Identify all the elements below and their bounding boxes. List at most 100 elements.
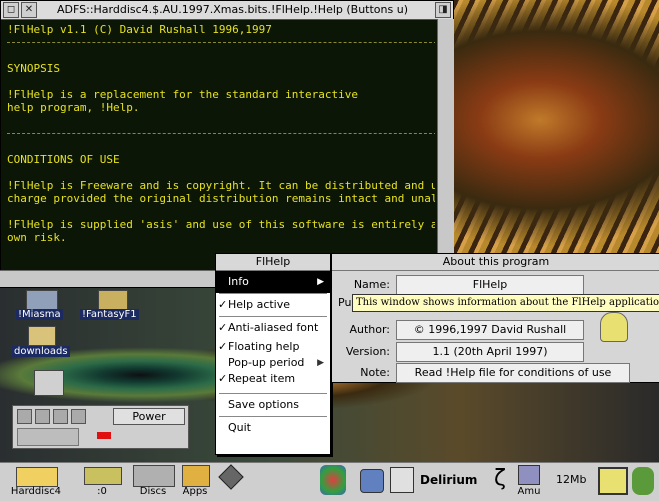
display-icon[interactable] — [598, 467, 628, 495]
text-line: !FlHelp is a replacement for the standar… — [7, 88, 358, 101]
ram-disc-icon[interactable] — [84, 467, 122, 485]
menu-item-help-active[interactable]: ✓ Help active — [216, 294, 330, 316]
help-text-body: !FlHelp v1.1 (C) David Rushall 1996,1997… — [7, 23, 435, 285]
toggle-size-icon[interactable]: ◨ — [435, 2, 451, 18]
text-line: charge provided the original distributio… — [7, 192, 435, 205]
purpose-label: Pu — [338, 296, 352, 309]
menu-item-pop-up-period[interactable]: Pop-up period ▶ — [216, 355, 330, 371]
power-label[interactable]: Power — [113, 408, 185, 425]
menu-item-repeat-item[interactable]: ✓ Repeat item — [216, 371, 330, 387]
diamond-icon[interactable] — [218, 464, 244, 490]
window-title: ADFS::Harddisc4.$.AU.1997.Xmas.bits.!FlH… — [57, 3, 408, 16]
divider — [7, 42, 435, 43]
close-icon[interactable]: ✕ — [21, 2, 37, 18]
amu-icon[interactable] — [518, 465, 540, 485]
help-text-window[interactable]: ◻ ✕ ADFS::Harddisc4.$.AU.1997.Xmas.bits.… — [0, 0, 454, 288]
text-line: SYNOPSIS — [7, 62, 60, 75]
menu-item-anti-aliased-font[interactable]: ✓ Anti-aliased font — [216, 317, 330, 339]
text-line: !FlHelp is Freeware and is copyright. It… — [7, 179, 435, 192]
tick-icon: ✓ — [218, 340, 228, 353]
network-icon[interactable] — [71, 409, 86, 424]
version-label: Version: — [345, 345, 390, 358]
tick-icon: ✓ — [218, 321, 228, 334]
text-line — [7, 75, 435, 88]
menu-item-quit[interactable]: Quit — [216, 417, 330, 439]
downloads-folder[interactable]: downloads — [12, 326, 74, 362]
power-panel: Power — [12, 405, 189, 449]
menu-item-info[interactable]: Info ▶ — [216, 271, 330, 293]
downloads-label: downloads — [12, 346, 70, 357]
hard-disc-icon[interactable] — [16, 467, 58, 487]
vertical-scrollbar[interactable] — [437, 19, 454, 287]
app-logo-icon — [600, 312, 628, 342]
text-line — [7, 114, 435, 127]
fantasy-label: !FantasyF1 — [80, 309, 139, 320]
text-line: CONDITIONS OF USE — [7, 153, 120, 166]
menu-item-label: Info — [228, 275, 249, 288]
copy-icon[interactable] — [53, 409, 68, 424]
icon-bar: Harddisc4 :0 Discs Apps Delirium ζ Amu 1… — [0, 462, 659, 501]
help-icon[interactable] — [390, 467, 414, 493]
monitor-icon[interactable] — [34, 370, 64, 396]
version-value: 1.1 (20th April 1997) — [396, 342, 584, 362]
memory-label[interactable]: 12Mb — [556, 473, 586, 486]
text-line — [7, 205, 435, 218]
amu-label[interactable]: Amu — [514, 486, 544, 497]
flhelp-menu[interactable]: FlHelp Info ▶ ✓ Help active ✓ Anti-aliased … — [215, 253, 331, 455]
fantasy-app[interactable]: !FantasyF1 — [80, 290, 142, 324]
alien-icon[interactable] — [632, 467, 654, 495]
submenu-arrow-icon: ▶ — [317, 358, 324, 368]
name-label: Name: — [353, 278, 390, 291]
text-line — [7, 49, 435, 62]
menu-title: FlHelp — [216, 254, 330, 271]
delirium-label[interactable]: Delirium — [420, 473, 477, 487]
zeta-icon[interactable]: ζ — [494, 467, 506, 491]
palette-icon[interactable] — [320, 465, 346, 495]
divider — [7, 133, 435, 134]
text-line — [7, 140, 435, 153]
text-line: help program, !Help. — [7, 101, 140, 114]
help-tooltip: This window shows information about the … — [352, 294, 659, 312]
discs-label[interactable]: Discs — [134, 486, 172, 497]
tick-icon: ✓ — [218, 372, 228, 385]
text-line: own risk. — [7, 231, 67, 244]
folder-icon — [28, 326, 56, 346]
note-label: Note: — [360, 366, 390, 379]
window-title-bar[interactable]: ◻ ✕ ADFS::Harddisc4.$.AU.1997.Xmas.bits.… — [1, 1, 453, 20]
menu-item-label: Anti-aliased font — [228, 321, 319, 334]
text-line: !FlHelp is supplied 'asis' and use of th… — [7, 218, 435, 231]
horizontal-scrollbar[interactable] — [0, 270, 220, 287]
tick-icon: ✓ — [218, 298, 228, 311]
menu-item-label: Quit — [228, 421, 251, 434]
status-led — [97, 432, 111, 439]
menu-item-label: Save options — [228, 398, 300, 411]
submenu-arrow-icon: ▶ — [317, 277, 324, 287]
author-label: Author: — [349, 323, 390, 336]
miasma-icon — [26, 290, 58, 310]
menu-item-floating-help[interactable]: ✓ Floating help — [216, 339, 330, 355]
info-icon[interactable] — [360, 469, 384, 493]
about-window[interactable]: About this program Name: FlHelp Pu Autho… — [331, 253, 659, 383]
menu-item-label: Help active — [228, 298, 291, 311]
author-value: © 1996,1997 David Rushall — [396, 320, 584, 340]
menu-item-save-options[interactable]: Save options — [216, 394, 330, 416]
discs-icon[interactable] — [133, 465, 175, 487]
panel-field — [17, 428, 79, 446]
text-line — [7, 166, 435, 179]
ram-label[interactable]: :0 — [86, 486, 118, 497]
name-value: FlHelp — [396, 275, 584, 295]
back-icon[interactable]: ◻ — [3, 2, 19, 18]
menu-item-label: Repeat item — [228, 372, 296, 385]
apps-icon[interactable] — [182, 465, 210, 487]
menu-item-label: Pop-up period — [228, 356, 305, 369]
harddisc-label[interactable]: Harddisc4 — [8, 486, 64, 497]
search-icon[interactable] — [35, 409, 50, 424]
text-line: !FlHelp v1.1 (C) David Rushall 1996,1997 — [7, 23, 272, 36]
miasma-app[interactable]: !Miasma — [16, 290, 68, 324]
miasma-label: !Miasma — [16, 309, 63, 320]
fantasy-icon — [98, 290, 128, 310]
about-title: About this program — [332, 254, 659, 271]
apps-label[interactable]: Apps — [176, 486, 214, 497]
cd-icon[interactable] — [17, 409, 32, 424]
note-value: Read !Help file for conditions of use — [396, 363, 630, 383]
